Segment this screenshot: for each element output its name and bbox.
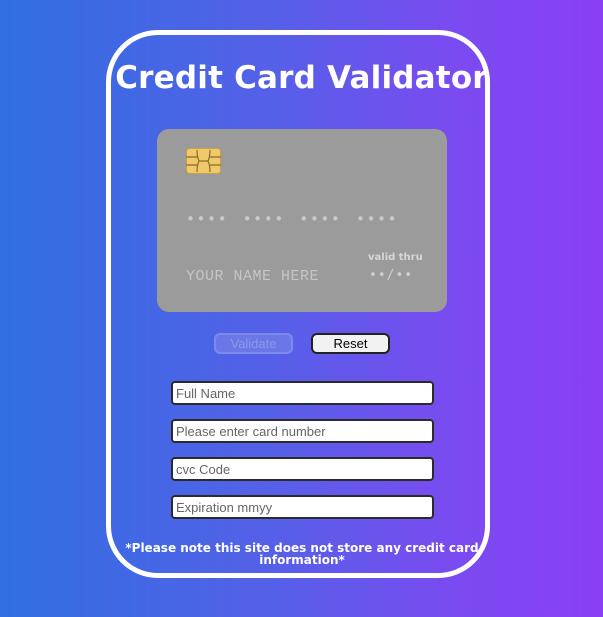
- card-number-display: •••• •••• •••• ••••: [186, 210, 399, 228]
- cardholder-name-display: YOUR NAME HERE: [186, 268, 320, 285]
- page-title: Credit Card Validator: [115, 60, 488, 96]
- card-chip-icon: [186, 148, 221, 174]
- cvc-input[interactable]: [171, 457, 434, 481]
- credit-card-preview: •••• •••• •••• •••• valid thru YOUR NAME…: [157, 129, 447, 312]
- expiration-input[interactable]: [171, 495, 434, 519]
- card-number-input[interactable]: [171, 419, 434, 443]
- validate-button[interactable]: Validate: [214, 333, 293, 354]
- expiry-display: ••/••: [369, 268, 414, 283]
- valid-thru-label: valid thru: [368, 252, 423, 263]
- reset-button[interactable]: Reset: [311, 333, 390, 354]
- privacy-notice: *Please note this site does not store an…: [125, 541, 479, 567]
- full-name-input[interactable]: [171, 381, 434, 405]
